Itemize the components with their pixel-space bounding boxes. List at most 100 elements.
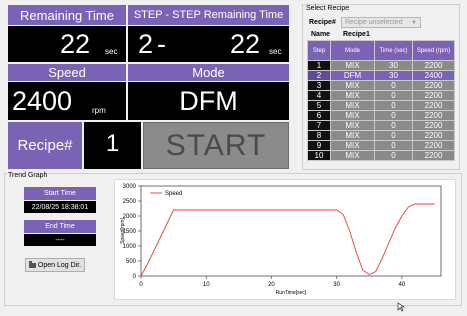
step-remaining-display: 2 - 22 sec bbox=[128, 26, 289, 62]
start-button-label: START bbox=[165, 128, 267, 162]
table-row[interactable]: 6 MIX 0 2200 bbox=[307, 110, 455, 121]
cell-speed: 2200 bbox=[412, 130, 455, 141]
cell-step: 5 bbox=[307, 100, 331, 111]
app-window: Remaining Time STEP - STEP Remaining Tim… bbox=[0, 0, 467, 316]
start-time-display: 22/08/25 18:38:01 bbox=[24, 201, 96, 213]
cell-speed: 2200 bbox=[412, 150, 455, 161]
step-remaining-value: 22 bbox=[230, 29, 261, 59]
cell-mode: MIX bbox=[330, 110, 375, 121]
x-tick-label: 0 bbox=[139, 282, 143, 288]
speed-header: Speed bbox=[8, 64, 126, 81]
open-log-dir-button[interactable]: Open Log Dir. bbox=[25, 258, 85, 272]
table-row[interactable]: 9 MIX 0 2200 bbox=[307, 140, 455, 151]
recipe-number-display: 1 bbox=[84, 122, 141, 169]
cell-step: 9 bbox=[307, 140, 331, 151]
cell-mode: MIX bbox=[330, 140, 375, 151]
y-tick-label: 500 bbox=[126, 259, 137, 265]
recipe-number-value: 1 bbox=[105, 130, 120, 157]
cell-speed: 2200 bbox=[412, 80, 455, 91]
y-axis-label: Speed[rpm] bbox=[120, 217, 126, 243]
cell-step: 7 bbox=[307, 120, 331, 131]
remaining-time-header: Remaining Time bbox=[8, 5, 126, 25]
start-time-value: 22/08/25 18:38:01 bbox=[31, 203, 89, 211]
y-tick-label: 0 bbox=[133, 274, 137, 280]
table-row[interactable]: 1 MIX 30 2200 bbox=[307, 60, 455, 71]
trend-graph-title: Trend Graph bbox=[7, 172, 49, 179]
x-axis-label: RunTime[sec] bbox=[276, 290, 307, 296]
end-time-display: ---- bbox=[24, 234, 96, 246]
folder-tab bbox=[28, 260, 32, 263]
start-button[interactable]: START bbox=[143, 122, 289, 169]
remaining-time-display: 22 sec bbox=[8, 26, 126, 62]
speed-unit: rpm bbox=[92, 106, 106, 115]
x-tick-label: 20 bbox=[268, 282, 275, 288]
cell-step: 8 bbox=[307, 130, 331, 141]
mouse-cursor-icon bbox=[397, 299, 407, 312]
cell-mode: MIX bbox=[330, 90, 375, 101]
cell-step: 10 bbox=[307, 150, 331, 161]
cell-time: 0 bbox=[374, 140, 413, 151]
start-time-header: Start Time bbox=[24, 187, 96, 200]
table-row[interactable]: 4 MIX 0 2200 bbox=[307, 90, 455, 101]
cell-time: 0 bbox=[374, 130, 413, 141]
cell-mode: MIX bbox=[330, 100, 375, 111]
table-row[interactable]: 5 MIX 0 2200 bbox=[307, 100, 455, 111]
table-row[interactable]: 2 DFM 30 2400 bbox=[307, 70, 455, 81]
remaining-time-unit: sec bbox=[105, 47, 118, 56]
trend-chart-box: 0 500 1000 1500 2000 2500 3000 0 10 20 30 40 RunTime… bbox=[114, 179, 456, 300]
cell-step: 4 bbox=[307, 90, 331, 101]
cell-time: 0 bbox=[374, 90, 413, 101]
y-tick-label: 2500 bbox=[123, 199, 137, 205]
speed-value: 2400 bbox=[12, 86, 73, 116]
cell-speed: 2200 bbox=[412, 120, 455, 131]
recipe-steps-table: Step Mode Time (sec) Speed (rpm) 1 MIX 30 2… bbox=[307, 40, 455, 161]
cell-time: 0 bbox=[374, 110, 413, 121]
cell-speed: 2200 bbox=[412, 60, 455, 71]
cell-speed: 2200 bbox=[412, 100, 455, 111]
end-time-value: ---- bbox=[55, 236, 65, 244]
select-recipe-title: Select Recipe bbox=[306, 5, 350, 12]
x-tick-label: 10 bbox=[203, 282, 210, 288]
cell-time: 0 bbox=[374, 80, 413, 91]
mode-header: Mode bbox=[128, 64, 289, 81]
recipe-dropdown-value: Recipe unselected bbox=[345, 19, 403, 26]
column-header-speed: Speed (rpm) bbox=[412, 40, 455, 61]
cell-time: 30 bbox=[374, 70, 413, 81]
cell-speed: 2200 bbox=[412, 110, 455, 121]
column-header-mode: Mode bbox=[330, 40, 375, 61]
recipe-number-label: Recipe# bbox=[8, 122, 82, 169]
recipe-field-label: Recipe# bbox=[309, 19, 336, 26]
cell-step: 3 bbox=[307, 80, 331, 91]
table-header-row: Step Mode Time (sec) Speed (rpm) bbox=[307, 40, 455, 61]
cell-step: 1 bbox=[307, 60, 331, 71]
table-row[interactable]: 7 MIX 0 2200 bbox=[307, 120, 455, 131]
cell-speed: 2200 bbox=[412, 90, 455, 101]
table-row[interactable]: 10 MIX 0 2200 bbox=[307, 150, 455, 161]
legend-label-speed: Speed bbox=[165, 191, 182, 197]
table-row[interactable]: 8 MIX 0 2200 bbox=[307, 130, 455, 141]
cell-time: 0 bbox=[374, 100, 413, 111]
recipe-name-value: Recipe1 bbox=[343, 31, 370, 38]
trend-chart: 0500100015002000250030000 10 20 30 40RunTime… bbox=[120, 184, 442, 296]
cell-mode: DFM bbox=[330, 70, 375, 81]
plot-area bbox=[140, 185, 442, 277]
step-remaining-header: STEP - STEP Remaining Time bbox=[128, 5, 289, 25]
cell-mode: MIX bbox=[330, 130, 375, 141]
cell-step: 2 bbox=[307, 70, 331, 81]
column-header-step: Step bbox=[307, 40, 331, 61]
mode-value: DFM bbox=[179, 86, 238, 116]
x-tick-label: 40 bbox=[399, 282, 406, 288]
speed-display: 2400 rpm bbox=[8, 82, 126, 120]
step-number-value: 2 bbox=[138, 29, 154, 59]
cell-mode: MIX bbox=[330, 120, 375, 131]
cell-mode: MIX bbox=[330, 150, 375, 161]
recipe-dropdown[interactable]: Recipe unselected ▼ bbox=[341, 17, 421, 28]
folder-icon bbox=[28, 260, 36, 268]
cell-time: 0 bbox=[374, 150, 413, 161]
step-dash: - bbox=[157, 29, 166, 59]
chevron-down-icon: ▼ bbox=[411, 20, 417, 26]
table-row[interactable]: 3 MIX 0 2200 bbox=[307, 80, 455, 91]
cell-step: 6 bbox=[307, 110, 331, 121]
cell-mode: MIX bbox=[330, 80, 375, 91]
end-time-header: End Time bbox=[24, 220, 96, 233]
